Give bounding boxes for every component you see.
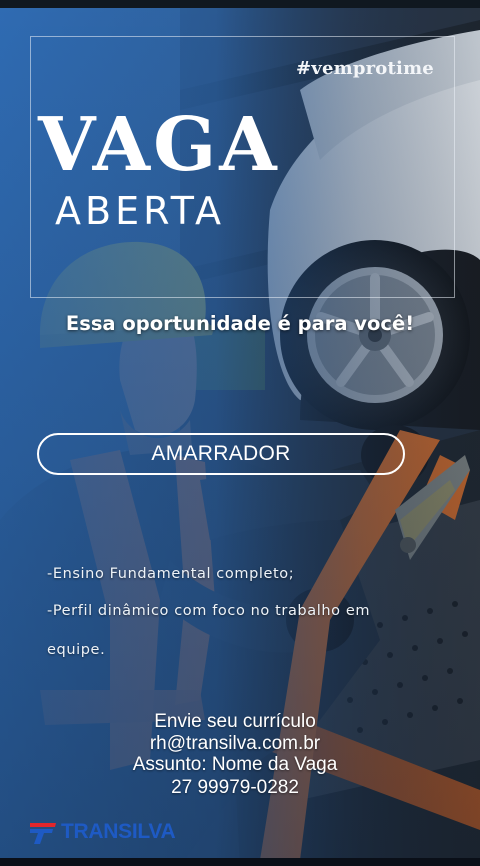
contact-instruction: Envie seu currículo: [154, 711, 316, 732]
requirement-item: -Ensino Fundamental completo;: [47, 566, 295, 582]
title-main: VAGA: [38, 102, 280, 188]
requirement-item: equipe.: [47, 642, 106, 658]
position-badge: AMARRADOR: [37, 433, 405, 475]
bottom-edge: [0, 858, 480, 866]
headline-text: Essa oportunidade é para você!: [65, 312, 415, 335]
title-sub: ABERTA: [55, 189, 225, 233]
position-label: AMARRADOR: [151, 442, 291, 465]
brand-name: TRANSILVA: [61, 820, 176, 843]
top-edge: [0, 0, 480, 8]
brand-logo: TRANSILVA: [28, 820, 176, 844]
requirement-item: -Perfil dinâmico com foco no trabalho em: [47, 603, 371, 619]
job-poster: #vemprotime VAGA ABERTA Essa oportunidad…: [0, 0, 480, 866]
hashtag-text: #vemprotime: [296, 58, 434, 79]
contact-subject: Assunto: Nome da Vaga: [132, 754, 338, 775]
contact-email: rh@transilva.com.br: [149, 733, 321, 754]
logo-mark-icon: [30, 823, 56, 844]
contact-phone: 27 99979-0282: [171, 777, 299, 798]
